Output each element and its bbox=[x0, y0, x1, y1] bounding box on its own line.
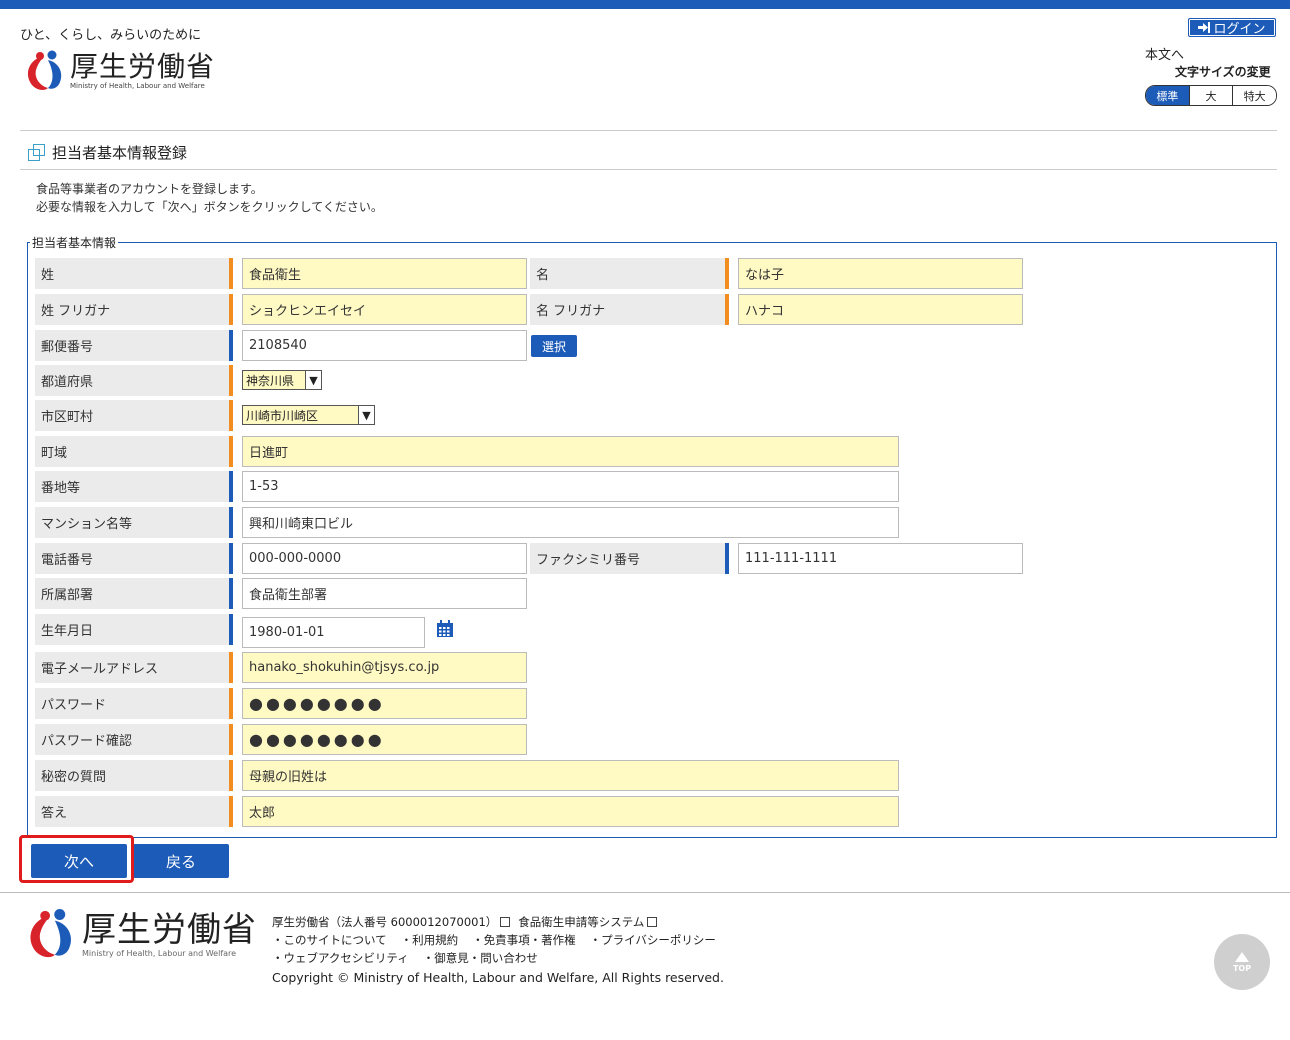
password-confirm-input[interactable]: ●●●●●●●● bbox=[242, 724, 527, 755]
external-window-icon bbox=[500, 917, 511, 927]
login-label: ログイン bbox=[1213, 22, 1266, 37]
copyright: Copyright © Ministry of Health, Labour a… bbox=[272, 970, 724, 985]
birthdate-input[interactable]: 1980-01-01 bbox=[242, 617, 425, 648]
password-input[interactable]: ●●●●●●●● bbox=[242, 688, 527, 719]
footer-system-text: 食品衛生申請等システム bbox=[518, 915, 645, 929]
prefecture-label: 都道府県 bbox=[35, 365, 233, 396]
footer-links: 厚生労働省（法人番号 6000012070001） 食品衛生申請等システム ・こ… bbox=[272, 913, 724, 987]
title-squares-icon bbox=[28, 143, 46, 162]
footer-link-terms[interactable]: ・利用規約 bbox=[401, 931, 459, 949]
fontsize-switcher: 標準 大 特大 bbox=[1145, 85, 1277, 106]
fax-label: ファクシミリ番号 bbox=[530, 543, 729, 574]
logo-subtitle: Ministry of Health, Labour and Welfare bbox=[70, 81, 205, 90]
skip-to-content-link[interactable]: 本文へ bbox=[1145, 44, 1184, 63]
footer-org-link[interactable]: 厚生労働省（法人番号 6000012070001） bbox=[272, 913, 511, 931]
footer-logo-name: 厚生労働省 bbox=[82, 909, 257, 950]
building-input[interactable]: 興和川崎東口ビル bbox=[242, 507, 899, 538]
postal-code-input[interactable]: 2108540 bbox=[242, 330, 527, 361]
secret-question-label: 秘密の質問 bbox=[35, 760, 233, 791]
first-kana-input[interactable]: ハナコ bbox=[738, 294, 1023, 325]
fontsize-xlarge-button[interactable]: 特大 bbox=[1232, 86, 1276, 105]
town-input[interactable]: 日進町 bbox=[242, 436, 899, 467]
answer-input[interactable]: 太郎 bbox=[242, 796, 899, 827]
fontsize-large-button[interactable]: 大 bbox=[1188, 86, 1233, 105]
last-name-input[interactable]: 食品衛生 bbox=[242, 258, 527, 289]
fontsize-label: 文字サイズの変更 bbox=[1175, 65, 1271, 79]
email-label: 電子メールアドレス bbox=[35, 652, 233, 683]
first-name-label: 名 bbox=[530, 258, 729, 289]
first-kana-label: 名 フリガナ bbox=[530, 294, 729, 325]
email-input[interactable]: hanako_shokuhin@tjsys.co.jp bbox=[242, 652, 527, 683]
town-label: 町域 bbox=[35, 436, 233, 467]
chevron-down-icon: ▼ bbox=[305, 371, 321, 389]
next-button-highlight bbox=[19, 835, 134, 883]
footer-link-about[interactable]: ・このサイトについて bbox=[272, 931, 387, 949]
address-label: 番地等 bbox=[35, 471, 233, 502]
fieldset-legend: 担当者基本情報 bbox=[30, 234, 119, 251]
footer-link-accessibility[interactable]: ・ウェブアクセシビリティ bbox=[272, 949, 409, 967]
phone-input[interactable]: 000-000-0000 bbox=[242, 543, 527, 574]
description-line: 食品等事業者のアカウントを登録します。 bbox=[36, 182, 263, 196]
prefecture-selected-value: 神奈川県 bbox=[246, 373, 295, 388]
address-input[interactable]: 1-53 bbox=[242, 471, 899, 502]
department-input[interactable]: 食品衛生部署 bbox=[242, 578, 527, 609]
chevron-down-icon: ▼ bbox=[358, 406, 374, 424]
logo-name: 厚生労働省 bbox=[70, 49, 216, 83]
back-to-top-button[interactable]: TOP bbox=[1214, 934, 1270, 990]
first-name-input[interactable]: なは子 bbox=[738, 258, 1023, 289]
footer-link-disclaimer[interactable]: ・免責事項・著作権 bbox=[472, 931, 576, 949]
footer-link-privacy[interactable]: ・プライバシーポリシー bbox=[590, 931, 716, 949]
page-description: 食品等事業者のアカウントを登録します。 必要な情報を入力して「次へ」ボタンをクリ… bbox=[36, 180, 383, 216]
divider bbox=[20, 169, 1277, 170]
answer-label: 答え bbox=[35, 796, 233, 827]
password-label: パスワード bbox=[35, 688, 233, 719]
top-accent-bar bbox=[0, 0, 1290, 9]
divider bbox=[20, 130, 1277, 131]
footer-link-contact[interactable]: ・御意見・問い合わせ bbox=[423, 949, 538, 967]
city-selected-value: 川崎市川崎区 bbox=[246, 408, 319, 423]
footer-org-text: 厚生労働省（法人番号 6000012070001） bbox=[272, 915, 498, 929]
city-select[interactable]: 川崎市川崎区 ▼ bbox=[242, 405, 375, 425]
postal-code-label: 郵便番号 bbox=[35, 330, 233, 361]
fontsize-standard-button[interactable]: 標準 bbox=[1146, 86, 1189, 105]
page-title: 担当者基本情報登録 bbox=[52, 144, 188, 162]
page-heading: 担当者基本情報登録 bbox=[28, 142, 187, 163]
footer-divider bbox=[0, 892, 1290, 893]
description-line: 必要な情報を入力して「次へ」ボタンをクリックしてください。 bbox=[36, 200, 383, 214]
fax-input[interactable]: 111-111-1111 bbox=[738, 543, 1023, 574]
footer-logo[interactable]: 厚生労働省 Ministry of Health, Labour and Wel… bbox=[18, 906, 257, 962]
prefecture-select[interactable]: 神奈川県 ▼ bbox=[242, 370, 322, 390]
last-name-label: 姓 bbox=[35, 258, 233, 289]
last-kana-input[interactable]: ショクヒンエイセイ bbox=[242, 294, 527, 325]
last-kana-label: 姓 フリガナ bbox=[35, 294, 233, 325]
up-arrow-icon bbox=[1235, 951, 1249, 962]
birthdate-label: 生年月日 bbox=[35, 614, 233, 645]
back-button[interactable]: 戻る bbox=[133, 844, 229, 878]
calendar-icon[interactable] bbox=[436, 620, 454, 638]
department-label: 所属部署 bbox=[35, 578, 233, 609]
site-logo[interactable]: 厚生労働省 Ministry of Health, Labour and Wel… bbox=[18, 48, 215, 94]
city-label: 市区町村 bbox=[35, 400, 233, 431]
back-to-top-label: TOP bbox=[1232, 963, 1252, 973]
external-window-icon bbox=[647, 917, 658, 927]
postal-select-button[interactable]: 選択 bbox=[531, 335, 577, 357]
phone-label: 電話番号 bbox=[35, 543, 233, 574]
footer-logo-subtitle: Ministry of Health, Labour and Welfare bbox=[82, 948, 237, 958]
tagline: ひと、くらし、みらいのために bbox=[20, 28, 202, 43]
secret-question-input[interactable]: 母親の旧姓は bbox=[242, 760, 899, 791]
login-button[interactable]: ログイン bbox=[1188, 18, 1276, 37]
footer-system-link[interactable]: 食品衛生申請等システム bbox=[518, 913, 658, 931]
password-confirm-label: パスワード確認 bbox=[35, 724, 233, 755]
login-arrow-icon bbox=[1198, 22, 1211, 33]
building-label: マンション名等 bbox=[35, 507, 233, 538]
mhlw-emblem-icon bbox=[30, 909, 72, 958]
mhlw-emblem-icon bbox=[27, 50, 62, 90]
